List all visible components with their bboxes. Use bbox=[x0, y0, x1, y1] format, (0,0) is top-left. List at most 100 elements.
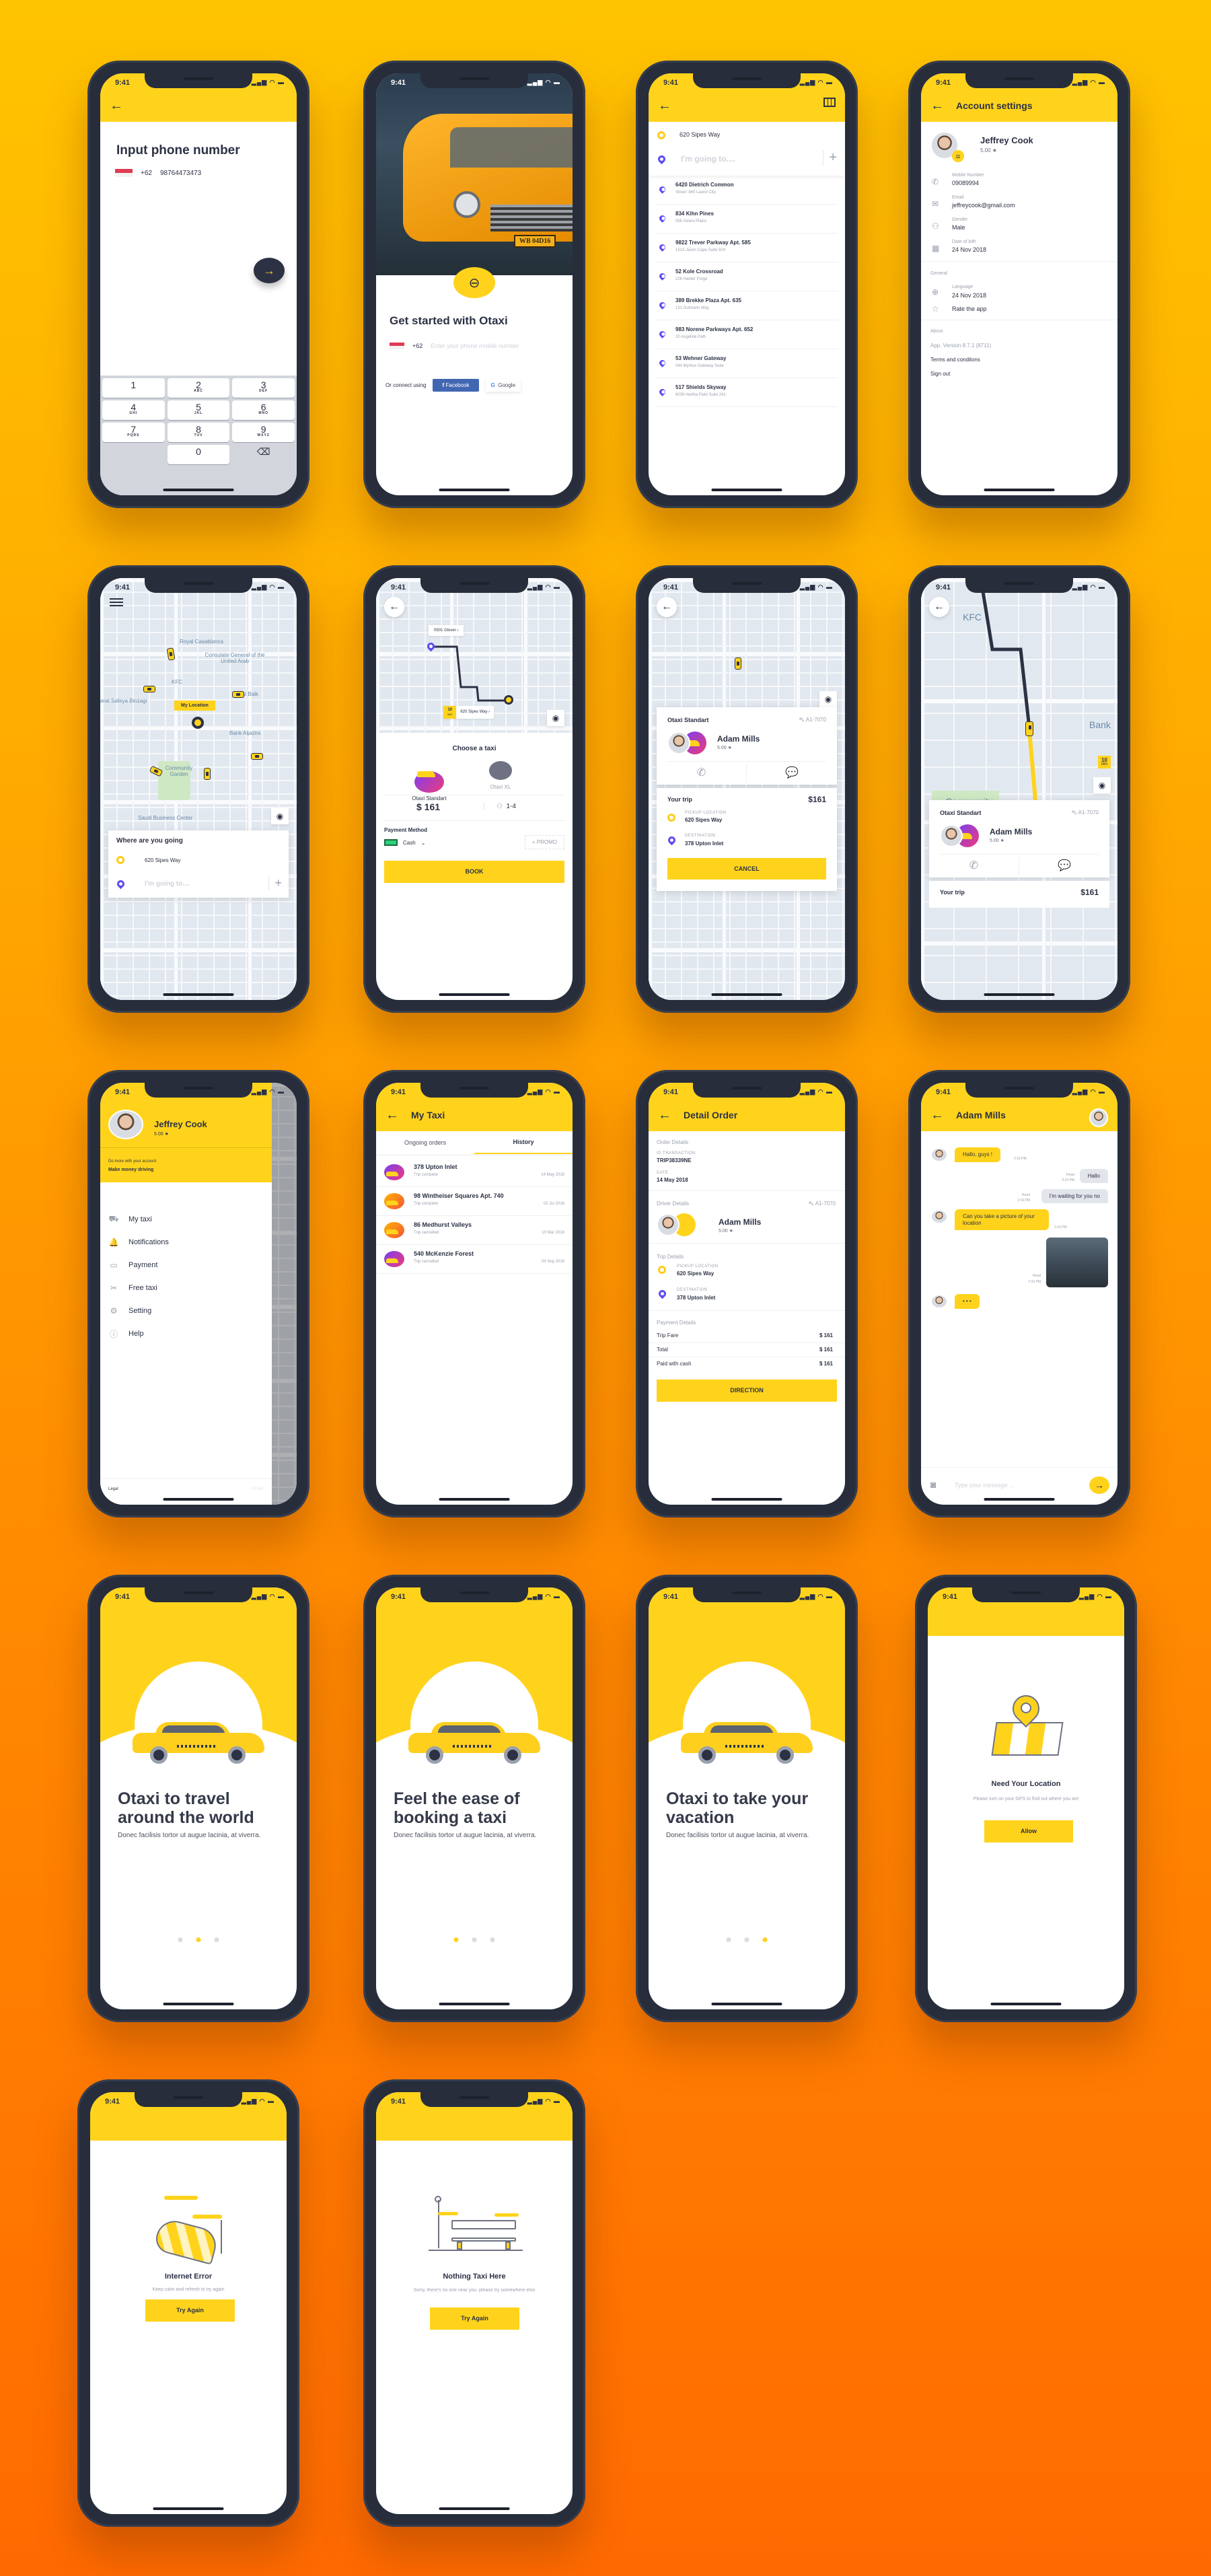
message-bubble[interactable]: • • • bbox=[955, 1294, 980, 1309]
message-bubble[interactable]: I'm waiting for you no bbox=[1041, 1189, 1108, 1203]
language-value[interactable]: 24 Nov 2018 bbox=[952, 292, 986, 299]
indonesia-flag-icon[interactable] bbox=[115, 169, 133, 177]
call-driver-button[interactable]: ✆ bbox=[929, 857, 1019, 875]
phone-number-field[interactable]: 98764473473 bbox=[160, 170, 201, 177]
back-arrow-icon[interactable]: ← bbox=[930, 99, 944, 112]
direction-button[interactable]: DIRECTION bbox=[657, 1380, 837, 1402]
payment-select[interactable]: Cash ⌄ bbox=[384, 839, 425, 846]
keypad-key[interactable]: 0 bbox=[167, 445, 230, 464]
add-stop-button[interactable]: + bbox=[268, 876, 282, 890]
message-driver-button[interactable]: 💬 bbox=[747, 764, 837, 783]
page-dot[interactable] bbox=[490, 1937, 495, 1942]
menu-item-my-taxi[interactable]: ⛟ My taxi bbox=[108, 1208, 264, 1231]
book-button[interactable]: BOOK bbox=[384, 861, 564, 883]
photo-attachment[interactable] bbox=[1046, 1238, 1108, 1287]
make-money-link[interactable]: Make money driving bbox=[108, 1168, 153, 1172]
keypad-key[interactable]: 7 PQRS bbox=[102, 423, 165, 442]
message-bubble[interactable]: Can you take a picture of your location bbox=[955, 1209, 1049, 1231]
taxi-option-xl[interactable]: Otaxi XL bbox=[477, 760, 524, 790]
facebook-button[interactable]: f Facebook bbox=[433, 379, 479, 392]
try-again-button[interactable]: Try Again bbox=[430, 2307, 519, 2330]
back-button[interactable]: ← bbox=[657, 597, 677, 617]
place-item[interactable]: 52 Kole Crossroad 226 Harber Forge bbox=[655, 262, 838, 291]
menu-item-notifications[interactable]: 🔔 Notifications bbox=[108, 1231, 264, 1254]
taxi-marker-icon[interactable] bbox=[143, 686, 155, 692]
account-field-date-of-bith[interactable]: ▦ Date of bith 24 Nov 2018 bbox=[930, 240, 1108, 262]
menu-item-help[interactable]: ⓘ Help bbox=[108, 1322, 264, 1345]
back-arrow-icon[interactable]: ← bbox=[930, 1108, 944, 1122]
history-item[interactable]: 86 Medhurst Valleys Trip cancelled 10 Mar … bbox=[376, 1216, 573, 1245]
destination-input[interactable]: I'm going to.... bbox=[681, 154, 735, 164]
cancel-button[interactable]: CANCEL bbox=[667, 858, 826, 880]
taxi-marker-icon[interactable] bbox=[204, 768, 211, 780]
keypad-key[interactable]: 4 GHI bbox=[102, 400, 165, 420]
place-item[interactable]: 9822 Trever Parkway Apt. 585 1513 Jasen C… bbox=[655, 234, 838, 262]
menu-item-free-taxi[interactable]: ✂ Free taxi bbox=[108, 1277, 264, 1299]
page-dot[interactable] bbox=[214, 1937, 219, 1942]
next-button[interactable]: → bbox=[254, 258, 285, 283]
locate-me-button[interactable]: ◉ bbox=[547, 710, 564, 726]
backspace-key[interactable]: ⌫ bbox=[232, 445, 295, 464]
taxi-marker-icon[interactable] bbox=[735, 657, 741, 670]
phone-input-row[interactable]: +62 Enter your phone mobile number bbox=[390, 343, 519, 349]
hamburger-menu-icon[interactable] bbox=[110, 598, 123, 606]
place-item[interactable]: 6420 Dietrich Common Street: 840 Laurel C… bbox=[655, 176, 838, 205]
sign-out-link[interactable]: Sign out bbox=[930, 371, 950, 377]
place-item[interactable]: 53 Wehner Gateway 044 Myrtice Gateway Sui… bbox=[655, 349, 838, 378]
phone-input-row[interactable]: +62 98764473473 bbox=[115, 169, 201, 177]
google-button[interactable]: G Google bbox=[486, 379, 521, 392]
place-item[interactable]: 389 Brekke Plaza Apt. 635 131 Gutmann Way bbox=[655, 291, 838, 320]
message-driver-button[interactable]: 💬 bbox=[1019, 857, 1109, 875]
account-field-email[interactable]: ✉ Email jeffreycook@gmail.com bbox=[930, 195, 1108, 217]
keypad-key[interactable]: 3 DEF bbox=[232, 378, 295, 398]
pickup-field[interactable]: 620 Sipes Way bbox=[680, 131, 720, 138]
history-item[interactable]: 378 Upton Inlet Trip complete 14 May 2018 bbox=[376, 1158, 573, 1187]
indonesia-flag-icon[interactable] bbox=[390, 343, 404, 349]
add-stop-button[interactable]: + bbox=[823, 150, 837, 166]
keypad-key[interactable]: 1 bbox=[102, 378, 165, 398]
keypad-key[interactable]: 8 TUV bbox=[167, 423, 230, 442]
eta-label[interactable]: 10 MIN 620 Sipes Way › bbox=[443, 706, 494, 719]
menu-item-setting[interactable]: ⚙ Setting bbox=[108, 1299, 264, 1322]
place-item[interactable]: 983 Norene Parkways Apt. 652 20 Angeline … bbox=[655, 320, 838, 349]
locate-me-button[interactable]: ◉ bbox=[271, 808, 289, 824]
message-bubble[interactable]: Hallo, guys ! bbox=[955, 1147, 1001, 1162]
page-dot[interactable] bbox=[744, 1937, 749, 1942]
locate-me-button[interactable]: ◉ bbox=[1093, 777, 1111, 793]
account-field-gender[interactable]: ⚇ Gender Male bbox=[930, 217, 1108, 240]
camera-icon[interactable]: ◘ bbox=[952, 150, 964, 162]
pickup-field[interactable]: 620 Sipes Way bbox=[145, 857, 181, 863]
page-dot[interactable] bbox=[453, 1937, 459, 1942]
allow-button[interactable]: Allow bbox=[984, 1820, 1073, 1842]
keypad-key[interactable]: 5 JKL bbox=[167, 400, 230, 420]
terms-link[interactable]: Terms and conditons bbox=[930, 357, 980, 363]
history-item[interactable]: 540 McKenzie Forest Trip cancelled 04 Sep … bbox=[376, 1245, 573, 1274]
legal-link[interactable]: Legal bbox=[108, 1487, 118, 1491]
keypad-key[interactable]: 9 WXYZ bbox=[232, 423, 295, 442]
place-item[interactable]: 517 Shields Skyway 6039 Hertha Field Suit… bbox=[655, 378, 838, 407]
taxi-marker-icon[interactable] bbox=[232, 691, 244, 698]
taxi-marker-icon[interactable] bbox=[1025, 721, 1033, 736]
page-dot[interactable] bbox=[472, 1937, 477, 1942]
menu-item-payment[interactable]: ▭ Payment bbox=[108, 1254, 264, 1277]
message-input[interactable]: Type your message ... bbox=[955, 1482, 1015, 1489]
phone-number-field[interactable]: Enter your phone mobile number bbox=[431, 343, 519, 349]
keypad-key[interactable]: 6 MNO bbox=[232, 400, 295, 420]
trip-card[interactable]: Your trip $161 bbox=[929, 881, 1109, 908]
message-bubble[interactable]: Hallo bbox=[1079, 1169, 1108, 1183]
history-item[interactable]: 98 Wintheiser Squares Apt. 740 Trip compl… bbox=[376, 1187, 573, 1216]
rate-app-link[interactable]: Rate the app bbox=[952, 306, 987, 312]
send-button[interactable]: → bbox=[1089, 1476, 1109, 1494]
driver-avatar[interactable] bbox=[1089, 1108, 1108, 1127]
map-icon[interactable] bbox=[823, 98, 836, 107]
locate-me-button[interactable]: ◉ bbox=[819, 691, 837, 707]
tab-ongoing-orders[interactable]: Ongoing orders bbox=[376, 1131, 474, 1154]
call-driver-button[interactable]: ✆ bbox=[657, 764, 747, 783]
page-dot[interactable] bbox=[762, 1937, 768, 1942]
promo-button[interactable]: + PROMO bbox=[524, 835, 564, 849]
page-dot[interactable] bbox=[178, 1937, 183, 1942]
tab-history[interactable]: History bbox=[474, 1131, 573, 1154]
back-arrow-icon[interactable]: ← bbox=[658, 99, 671, 112]
account-field-mobile-number[interactable]: ✆ Mobile Number 09089994 bbox=[930, 173, 1108, 195]
keypad-key[interactable]: 2 ABC bbox=[167, 378, 230, 398]
